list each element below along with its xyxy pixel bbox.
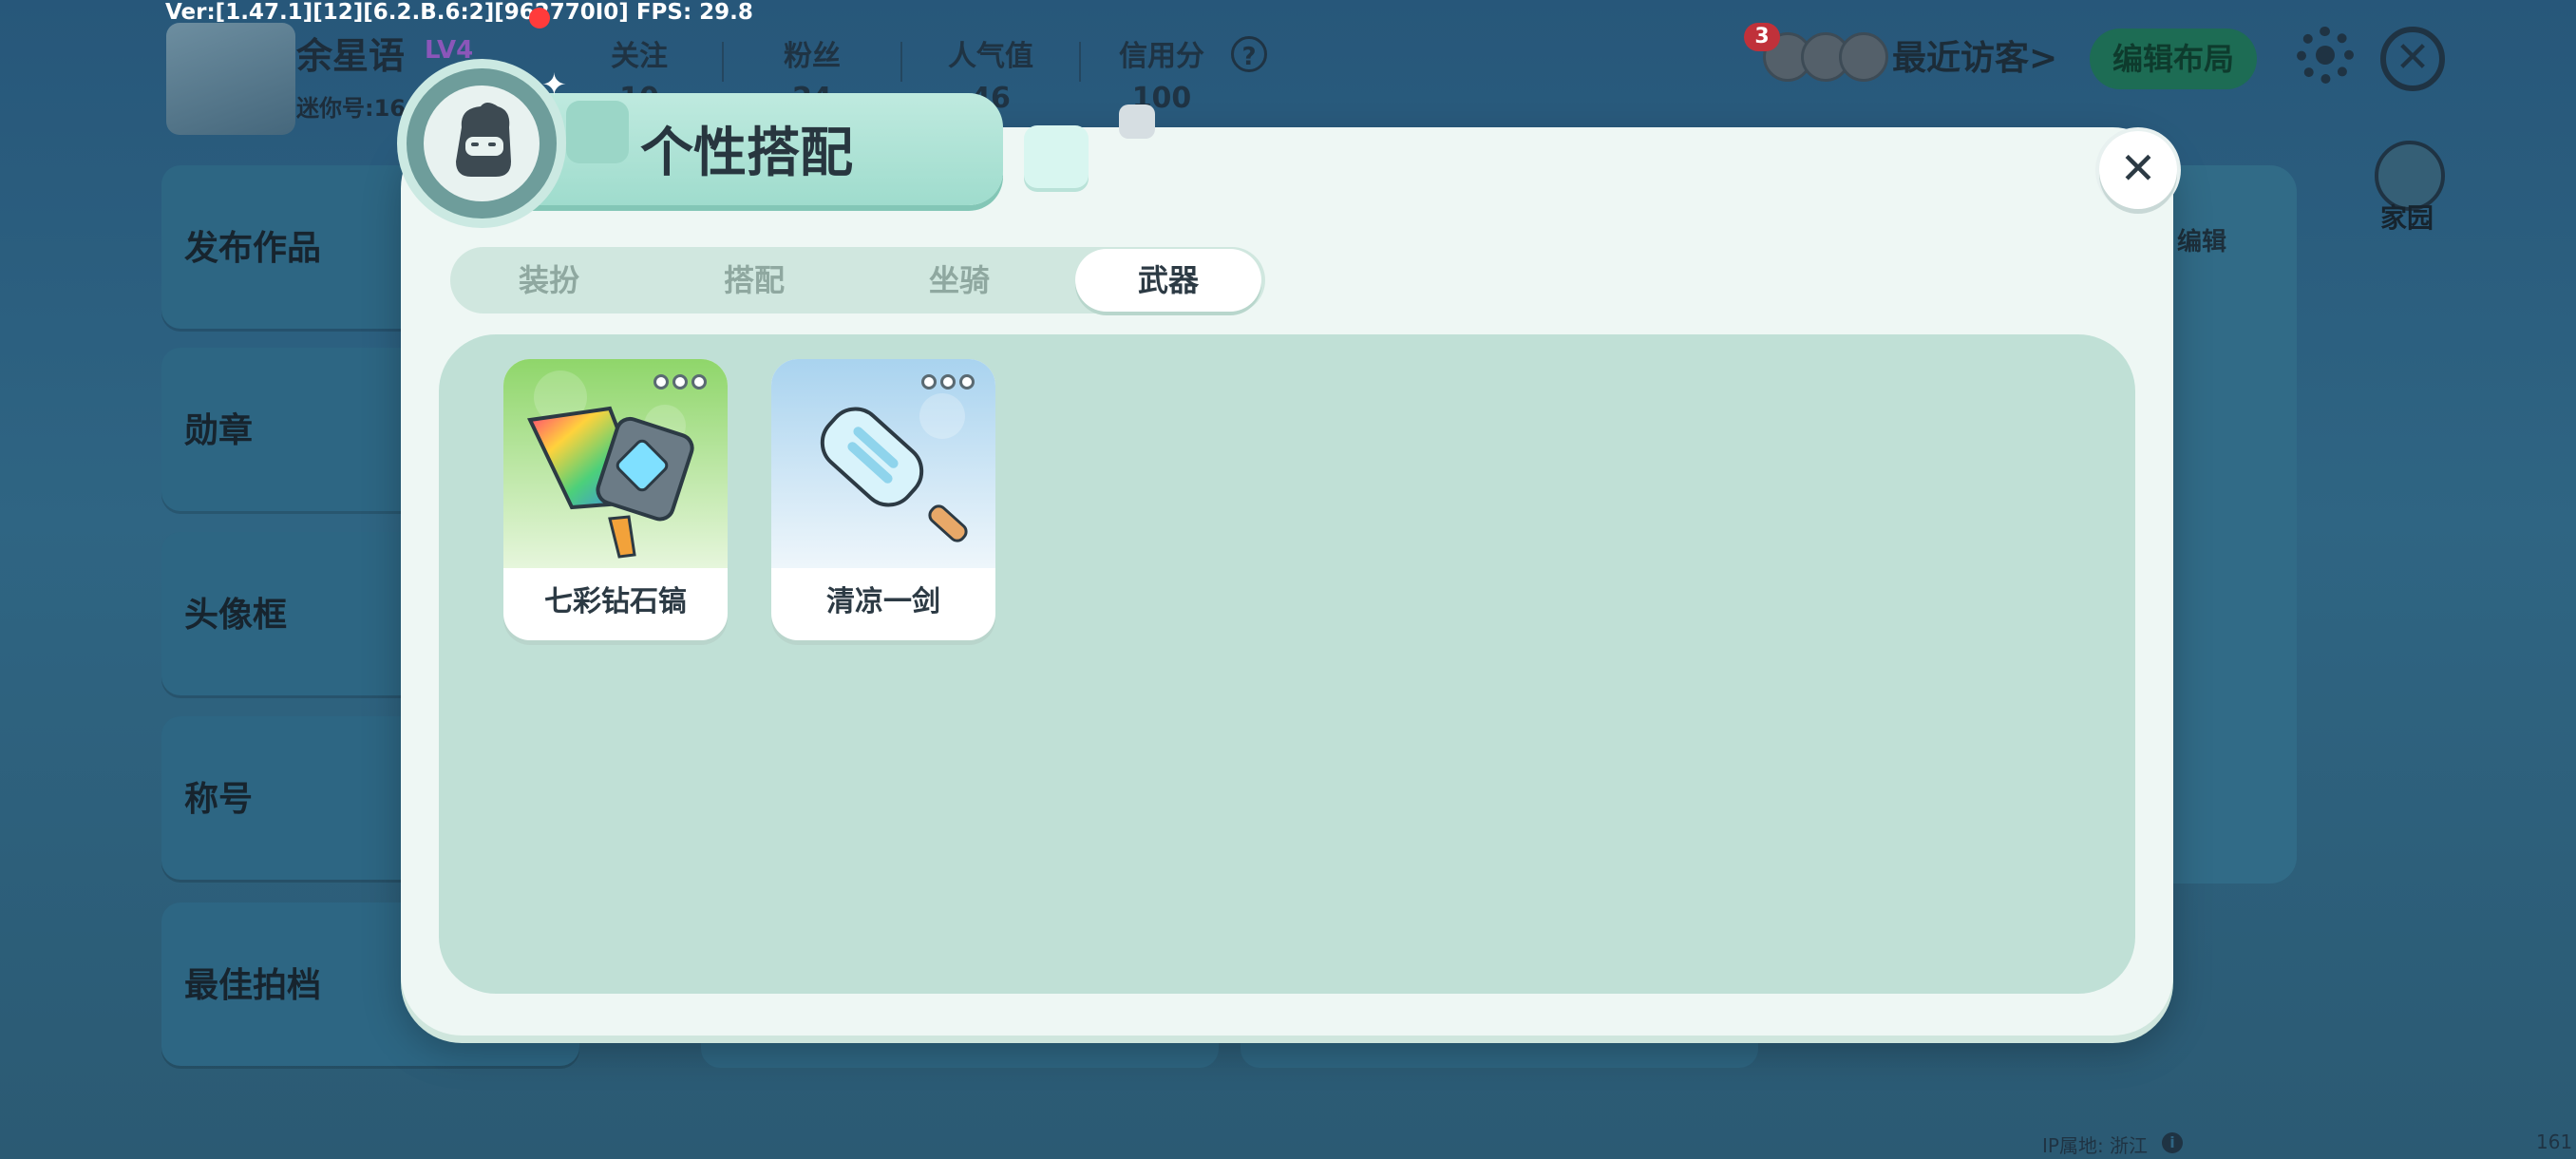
ip-location-label: IP属地: 浙江: [2042, 1134, 2149, 1157]
modal-close-button[interactable]: ✕: [2099, 131, 2177, 209]
tab-weapon[interactable]: 武器: [1075, 249, 1261, 312]
tab-mount[interactable]: 坐骑: [866, 249, 1052, 312]
stat-value-credit: 100: [1131, 82, 1192, 115]
recording-indicator: [529, 8, 550, 28]
corner-number: 161: [2536, 1130, 2573, 1153]
tab-outfit[interactable]: 搭配: [661, 249, 847, 312]
weapon-card-rainbow-pickaxe[interactable]: 七彩钻石镐: [503, 359, 728, 640]
more-options-icon[interactable]: [921, 374, 978, 393]
stat-label-follow: 关注: [611, 40, 668, 73]
edit-link[interactable]: 编辑: [2177, 222, 2226, 257]
stat-label-fans: 粉丝: [784, 40, 841, 73]
sidebar-item-label: 发布作品: [184, 229, 322, 268]
sidebar-item-label: 头像框: [184, 596, 288, 635]
weapon-name: 七彩钻石镐: [544, 585, 687, 618]
stat-label-popularity: 人气值: [948, 40, 1033, 73]
home-label[interactable]: 家园: [2380, 198, 2434, 236]
visitor-avatar[interactable]: [1839, 32, 1888, 82]
ribbon-decoration: [566, 101, 629, 163]
stat-divider: [722, 42, 724, 82]
recent-visitors-link[interactable]: 最近访客>: [1892, 30, 2057, 80]
sidebar-item-label: 最佳拍档: [184, 966, 322, 1005]
sidebar-item-label: 勋章: [184, 411, 254, 450]
ribbon-decoration: [1024, 125, 1089, 188]
avatar[interactable]: [166, 23, 295, 135]
info-icon[interactable]: i: [2162, 1132, 2183, 1153]
edit-layout-button[interactable]: 编辑布局: [2090, 28, 2257, 89]
modal-title: 个性搭配: [640, 123, 853, 184]
ribbon-decoration: [1119, 104, 1155, 139]
sidebar-item-label: 称号: [184, 780, 254, 819]
stat-divider: [900, 42, 902, 82]
stat-divider: [1079, 42, 1081, 82]
stat-label-credit: 信用分: [1119, 40, 1204, 73]
sparkle-icon: ✦: [541, 66, 567, 103]
weapon-name: 清凉一剑: [826, 585, 940, 618]
close-icon[interactable]: ✕: [2380, 27, 2445, 91]
more-options-icon[interactable]: [653, 374, 710, 393]
weapon-card-popsicle-sword[interactable]: 清凉一剑: [771, 359, 995, 640]
visitor-count-badge: 3: [1744, 23, 1780, 51]
debug-version-text: Ver:[1.47.1][12][6.2.B.6:2][962770I0] FP…: [165, 0, 753, 25]
mini-id: 迷你号:16: [296, 95, 406, 122]
username: 余星语: [296, 35, 406, 77]
settings-gear-icon[interactable]: [2297, 27, 2354, 84]
mascot-head-icon: [456, 103, 511, 177]
tab-costume[interactable]: 装扮: [456, 249, 642, 312]
help-icon[interactable]: ?: [1231, 36, 1267, 72]
